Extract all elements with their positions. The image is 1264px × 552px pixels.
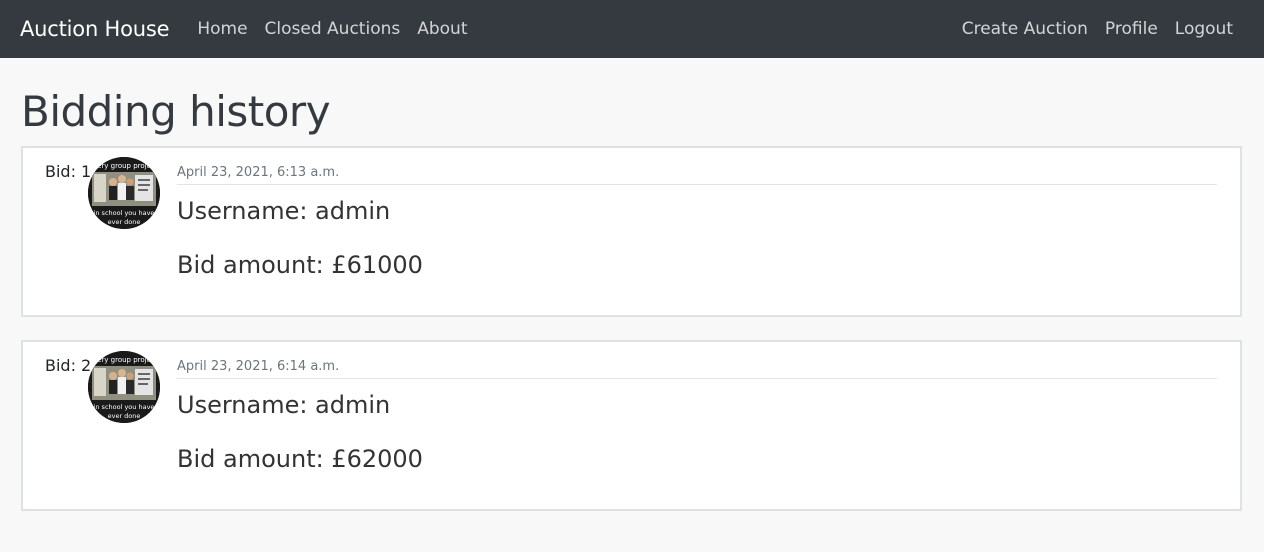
avatar: ery group proje in school you have ever … xyxy=(88,157,160,229)
nav-logout-link[interactable]: Logout xyxy=(1175,19,1233,39)
bid-body: April 23, 2021, 6:14 a.m. Username: admi… xyxy=(177,359,1217,473)
nav-create-auction-link[interactable]: Create Auction xyxy=(962,19,1088,39)
bid-timestamp: April 23, 2021, 6:13 a.m. xyxy=(177,165,1217,185)
nav-profile-link[interactable]: Profile xyxy=(1105,19,1158,39)
svg-text:ever done: ever done xyxy=(108,218,141,226)
bid-card: Bid: 2 ery group proje in school you hav… xyxy=(21,340,1242,511)
svg-text:ever done: ever done xyxy=(108,412,141,420)
main-content: Bidding history Bid: 1 ery group proje i… xyxy=(0,88,1264,511)
nav-home-link[interactable]: Home xyxy=(197,19,247,39)
nav-about-link[interactable]: About xyxy=(417,19,467,39)
bid-number: Bid: 2 xyxy=(45,356,92,375)
svg-text:ery group proje: ery group proje xyxy=(97,356,151,364)
brand-link[interactable]: Auction House xyxy=(20,17,170,41)
bid-card: Bid: 1 ery group proje in school you hav… xyxy=(21,146,1242,317)
svg-text:in school you have: in school you have xyxy=(94,403,155,411)
bid-body: April 23, 2021, 6:13 a.m. Username: admi… xyxy=(177,165,1217,279)
nav-left: Home Closed Auctions About xyxy=(197,19,484,39)
navbar: Auction House Home Closed Auctions About… xyxy=(0,0,1264,58)
bid-username: Username: admin xyxy=(177,391,391,419)
bid-amount: Bid amount: £61000 xyxy=(177,251,423,279)
svg-text:ery group proje: ery group proje xyxy=(97,162,151,170)
page-title: Bidding history xyxy=(21,87,331,136)
nav-closed-auctions-link[interactable]: Closed Auctions xyxy=(265,19,401,39)
bid-username: Username: admin xyxy=(177,197,391,225)
bid-number: Bid: 1 xyxy=(45,162,92,181)
bid-timestamp: April 23, 2021, 6:14 a.m. xyxy=(177,359,1217,379)
avatar: ery group proje in school you have ever … xyxy=(88,351,160,423)
bid-amount: Bid amount: £62000 xyxy=(177,445,423,473)
svg-text:in school you have: in school you have xyxy=(94,209,155,217)
nav-right: Create Auction Profile Logout xyxy=(962,19,1233,39)
